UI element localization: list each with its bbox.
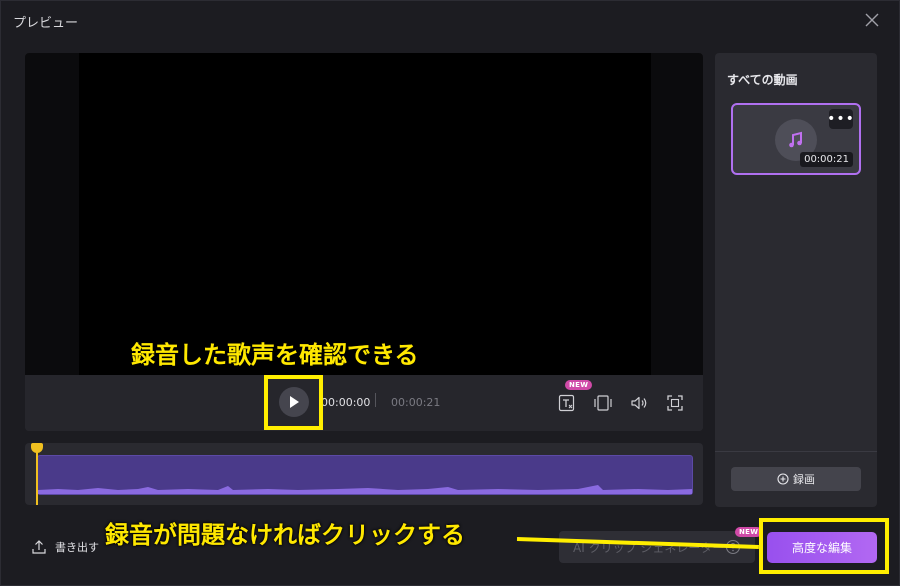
media-item[interactable]: ••• 00:00:21 [731, 103, 861, 175]
record-button[interactable]: 録画 [731, 467, 861, 491]
media-sidebar: すべての動画 ••• 00:00:21 録画 [715, 53, 877, 507]
fullscreen-icon[interactable] [665, 393, 685, 413]
more-options-button[interactable]: ••• [827, 109, 854, 129]
close-icon[interactable] [863, 11, 881, 29]
sidebar-divider [715, 451, 877, 452]
playhead-handle[interactable] [31, 443, 43, 453]
advanced-edit-highlight-box [759, 518, 889, 574]
audio-waveform-track[interactable] [37, 455, 693, 495]
player-controls: 00:00:00 00:00:21 NEW [25, 375, 703, 431]
play-highlight-box [264, 375, 323, 430]
total-time: 00:00:21 [391, 396, 441, 409]
annotation-caption-top: 録音した歌声を確認できる [131, 341, 419, 369]
video-player: 00:00:00 00:00:21 NEW [25, 53, 703, 431]
export-button[interactable]: 書き出す [31, 539, 99, 555]
volume-icon[interactable] [629, 393, 649, 413]
current-time: 00:00:00 [321, 396, 371, 409]
video-area[interactable] [25, 53, 703, 375]
playhead-line [36, 449, 38, 505]
video-frame [79, 53, 651, 375]
add-circle-icon [777, 473, 789, 485]
aspect-ratio-icon[interactable] [593, 393, 613, 413]
record-label: 録画 [793, 473, 815, 486]
waveform [38, 485, 692, 494]
new-badge: NEW [565, 380, 593, 390]
preview-dialog: プレビュー 00:00:00 00:00:21 NEW すべての動画 ••• 0… [0, 0, 900, 586]
time-divider [375, 393, 376, 407]
dialog-title: プレビュー [13, 16, 79, 31]
annotation-caption-bottom: 録音が問題なければクリックする [105, 521, 465, 549]
export-icon [32, 540, 46, 554]
sidebar-title: すべての動画 [727, 73, 798, 87]
media-duration: 00:00:21 [800, 152, 853, 167]
auto-caption-icon[interactable] [557, 393, 577, 413]
timeline[interactable] [25, 443, 703, 505]
export-label: 書き出す [55, 541, 99, 554]
